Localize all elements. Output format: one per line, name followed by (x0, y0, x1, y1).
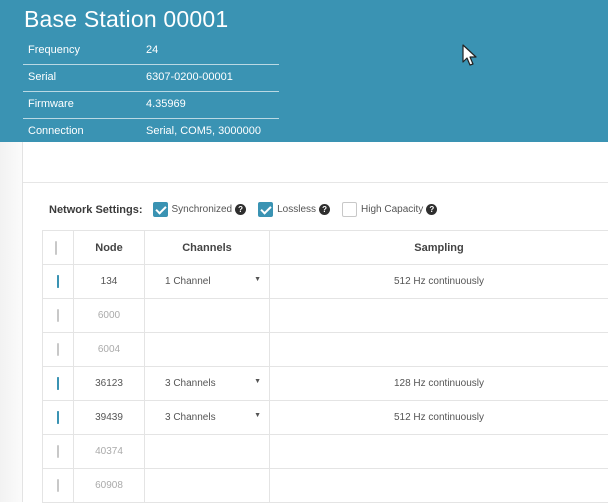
node-id: 60908 (74, 469, 145, 503)
channels-column-header[interactable]: Channels (145, 231, 270, 265)
channels-cell: 3 Channels ▼ (145, 367, 270, 401)
node-id: 134 (74, 265, 145, 299)
channels-cell: 1 Channel ▼ (145, 265, 270, 299)
table-header-row: Node Channels Sampling (43, 231, 608, 265)
info-label: Frequency (23, 40, 140, 64)
table-row[interactable]: 36123 3 Channels ▼ 128 Hz continuously (43, 367, 608, 401)
node-id: 40374 (74, 435, 145, 469)
row-checkbox[interactable] (57, 411, 59, 424)
info-value: 24 (140, 40, 279, 64)
info-row-firmware: Firmware 4.35969 (23, 94, 279, 119)
help-icon[interactable]: ? (319, 204, 330, 215)
select-all-cell (43, 231, 74, 265)
node-id: 39439 (74, 401, 145, 435)
sampling-cell[interactable]: 512 Hz continuously (270, 265, 608, 299)
row-checkbox[interactable] (57, 445, 59, 458)
page-title: Base Station 00001 (24, 6, 228, 33)
network-settings: Network Settings: Synchronized ? Lossles… (49, 202, 449, 217)
sampling-cell[interactable]: 128 Hz continuously (270, 367, 608, 401)
row-checkbox[interactable] (57, 479, 59, 492)
channels-dropdown[interactable]: 3 Channels ▼ (145, 412, 269, 423)
mouse-pointer-icon (462, 44, 480, 68)
node-id: 36123 (74, 367, 145, 401)
high-capacity-checkbox[interactable] (342, 202, 357, 217)
row-checkbox[interactable] (57, 377, 59, 390)
row-select-cell (43, 401, 74, 435)
channels-cell (145, 435, 270, 469)
synchronized-checkbox[interactable] (153, 202, 168, 217)
channels-cell (145, 333, 270, 367)
select-all-checkbox[interactable] (55, 241, 57, 255)
base-station-header: Base Station 00001 Frequency 24 Serial 6… (0, 0, 608, 142)
synchronized-option[interactable]: Synchronized ? (153, 202, 247, 217)
info-row-frequency: Frequency 24 (23, 40, 279, 65)
channels-dropdown[interactable]: 1 Channel ▼ (145, 276, 269, 287)
synchronized-label: Synchronized (172, 204, 233, 215)
row-checkbox[interactable] (57, 309, 59, 322)
info-row-serial: Serial 6307-0200-00001 (23, 67, 279, 92)
high-capacity-option[interactable]: High Capacity ? (342, 202, 437, 217)
chevron-down-icon: ▼ (254, 378, 261, 389)
network-settings-label: Network Settings: (49, 204, 143, 216)
help-icon[interactable]: ? (235, 204, 246, 215)
row-select-cell (43, 469, 74, 503)
info-value: 6307-0200-00001 (140, 67, 279, 91)
channels-cell (145, 469, 270, 503)
nodes-table: Node Channels Sampling 134 1 Channel ▼ 5… (42, 230, 608, 503)
row-checkbox[interactable] (57, 275, 59, 288)
table-row[interactable]: 40374 (43, 435, 608, 469)
info-label: Firmware (23, 94, 140, 118)
lossless-label: Lossless (277, 204, 316, 215)
node-id: 6004 (74, 333, 145, 367)
channels-cell: 3 Channels ▼ (145, 401, 270, 435)
node-id: 6000 (74, 299, 145, 333)
info-value: 4.35969 (140, 94, 279, 118)
sampling-cell (270, 299, 608, 333)
channels-value: 3 Channels (165, 412, 216, 423)
row-select-cell (43, 299, 74, 333)
row-select-cell (43, 367, 74, 401)
channels-cell (145, 299, 270, 333)
row-select-cell (43, 265, 74, 299)
row-checkbox[interactable] (57, 343, 59, 356)
sampling-column-header[interactable]: Sampling (270, 231, 608, 265)
chevron-down-icon: ▼ (254, 276, 261, 287)
chevron-down-icon: ▼ (254, 412, 261, 423)
table-row[interactable]: 60908 (43, 469, 608, 503)
high-capacity-label: High Capacity (361, 204, 423, 215)
channels-value: 3 Channels (165, 378, 216, 389)
lossless-checkbox[interactable] (258, 202, 273, 217)
sampling-cell (270, 435, 608, 469)
channels-dropdown[interactable]: 3 Channels ▼ (145, 378, 269, 389)
lossless-option[interactable]: Lossless ? (258, 202, 330, 217)
help-icon[interactable]: ? (426, 204, 437, 215)
channels-value: 1 Channel (165, 276, 211, 287)
network-panel: Network Settings: Synchronized ? Lossles… (22, 142, 608, 502)
table-row[interactable]: 6004 (43, 333, 608, 367)
row-select-cell (43, 333, 74, 367)
sampling-cell[interactable]: 512 Hz continuously (270, 401, 608, 435)
toolbar-strip (23, 142, 608, 183)
info-label: Serial (23, 67, 140, 91)
left-panel-edge (0, 142, 22, 502)
node-column-header[interactable]: Node (74, 231, 145, 265)
table-row[interactable]: 134 1 Channel ▼ 512 Hz continuously (43, 265, 608, 299)
sampling-cell (270, 469, 608, 503)
table-row[interactable]: 6000 (43, 299, 608, 333)
row-select-cell (43, 435, 74, 469)
sampling-cell (270, 333, 608, 367)
table-row[interactable]: 39439 3 Channels ▼ 512 Hz continuously (43, 401, 608, 435)
base-station-info: Frequency 24 Serial 6307-0200-00001 Firm… (23, 40, 279, 148)
